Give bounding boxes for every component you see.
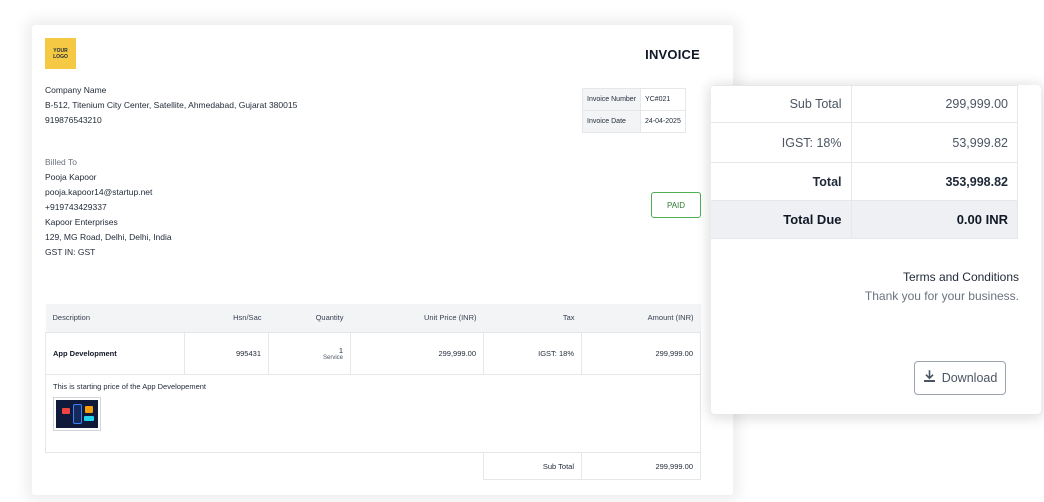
col-header-tax: Tax <box>483 304 582 333</box>
item-thumbnail[interactable] <box>53 396 101 431</box>
billed-to-header: Billed To <box>45 157 77 167</box>
summary-igst-label: IGST: 18% <box>711 122 852 163</box>
invoice-subtotal-value: 299,999.00 <box>581 452 701 480</box>
item-note-cell: This is starting price of the App Develo… <box>45 373 701 453</box>
client-email: pooja.kapoor14@startup.net <box>45 187 153 197</box>
invoice-number-label: Invoice Number <box>581 88 642 111</box>
company-logo: YOUR LOGO <box>45 38 76 69</box>
item-description: App Development <box>45 331 185 375</box>
invoice-meta-table: Invoice Number YC#021 Invoice Date 24-04… <box>581 88 686 133</box>
table-header-row: Description Hsn/Sac Quantity Unit Price … <box>45 304 701 333</box>
preview-card-cyan <box>84 415 94 421</box>
download-label: Download <box>941 371 998 385</box>
app-preview-image <box>56 399 98 428</box>
col-header-hsn: Hsn/Sac <box>184 304 269 333</box>
item-hsn: 995431 <box>184 331 269 375</box>
company-phone: 919876543210 <box>45 115 102 125</box>
logo-text-line2: LOGO <box>53 53 68 60</box>
terms-section: Terms and Conditions Thank you for your … <box>865 268 1019 306</box>
invoice-card: YOUR LOGO INVOICE Company Name B-512, Ti… <box>32 25 733 495</box>
client-address: 129, MG Road, Delhi, Delhi, India <box>45 232 172 242</box>
col-header-quantity: Quantity <box>268 304 351 333</box>
item-amount: 299,999.00 <box>581 331 701 375</box>
item-note: This is starting price of the App Develo… <box>53 381 206 391</box>
download-button[interactable]: Download <box>914 361 1006 395</box>
summary-total-due-label: Total Due <box>711 200 852 239</box>
summary-card: Sub Total 299,999.00 IGST: 18% 53,999.82… <box>711 85 1041 414</box>
invoice-subtotal-label: Sub Total <box>483 452 582 480</box>
summary-subtotal-value: 299,999.00 <box>851 85 1018 123</box>
invoice-subtotal-table: Sub Total 299,999.00 <box>483 452 701 480</box>
client-phone: +919743429337 <box>45 202 107 212</box>
summary-row-total: Total 353,998.82 <box>711 162 1018 201</box>
col-header-unit-price: Unit Price (INR) <box>350 304 484 333</box>
summary-igst-value: 53,999.82 <box>851 122 1018 163</box>
preview-card-orange <box>85 405 93 413</box>
summary-table: Sub Total 299,999.00 IGST: 18% 53,999.82… <box>711 85 1018 239</box>
summary-row-igst: IGST: 18% 53,999.82 <box>711 122 1018 163</box>
invoice-date-value: 24-04-2025 <box>640 110 686 133</box>
item-tax: IGST: 18% <box>483 331 582 375</box>
client-company: Kapoor Enterprises <box>45 217 118 227</box>
line-items-table: Description Hsn/Sac Quantity Unit Price … <box>45 304 701 453</box>
terms-title: Terms and Conditions <box>902 270 1019 284</box>
summary-subtotal-label: Sub Total <box>711 85 852 123</box>
table-note-row: This is starting price of the App Develo… <box>45 373 701 453</box>
item-quantity: 1 <box>338 345 343 355</box>
summary-total-label: Total <box>711 162 852 201</box>
table-row: App Development 995431 1 Service 299,999… <box>45 331 701 375</box>
col-header-description: Description <box>45 304 185 333</box>
col-header-amount: Amount (INR) <box>581 304 701 333</box>
status-badge: PAID <box>651 192 701 218</box>
company-name: Company Name <box>45 85 107 95</box>
item-unit: Service <box>322 354 343 361</box>
company-info: Company Name B-512, Titenium City Center… <box>45 83 297 128</box>
preview-phone <box>73 403 82 424</box>
invoice-title: INVOICE <box>645 47 700 62</box>
billed-to-section: Billed To Pooja Kapoor pooja.kapoor14@st… <box>45 155 172 260</box>
preview-card-red <box>62 407 70 414</box>
invoice-number-value: YC#021 <box>640 88 686 111</box>
item-quantity-cell: 1 Service <box>268 331 351 375</box>
client-gst: GST IN: GST <box>45 247 96 257</box>
item-unit-price: 299,999.00 <box>350 331 484 375</box>
terms-text: Thank you for your business. <box>864 289 1019 303</box>
summary-total-due-value: 0.00 INR <box>851 200 1018 239</box>
client-name: Pooja Kapoor <box>45 172 97 182</box>
download-icon <box>923 370 936 386</box>
summary-total-value: 353,998.82 <box>851 162 1018 201</box>
company-address: B-512, Titenium City Center, Satellite, … <box>45 100 298 110</box>
summary-row-subtotal: Sub Total 299,999.00 <box>711 85 1018 123</box>
invoice-date-label: Invoice Date <box>581 110 642 133</box>
summary-row-total-due: Total Due 0.00 INR <box>711 200 1018 239</box>
